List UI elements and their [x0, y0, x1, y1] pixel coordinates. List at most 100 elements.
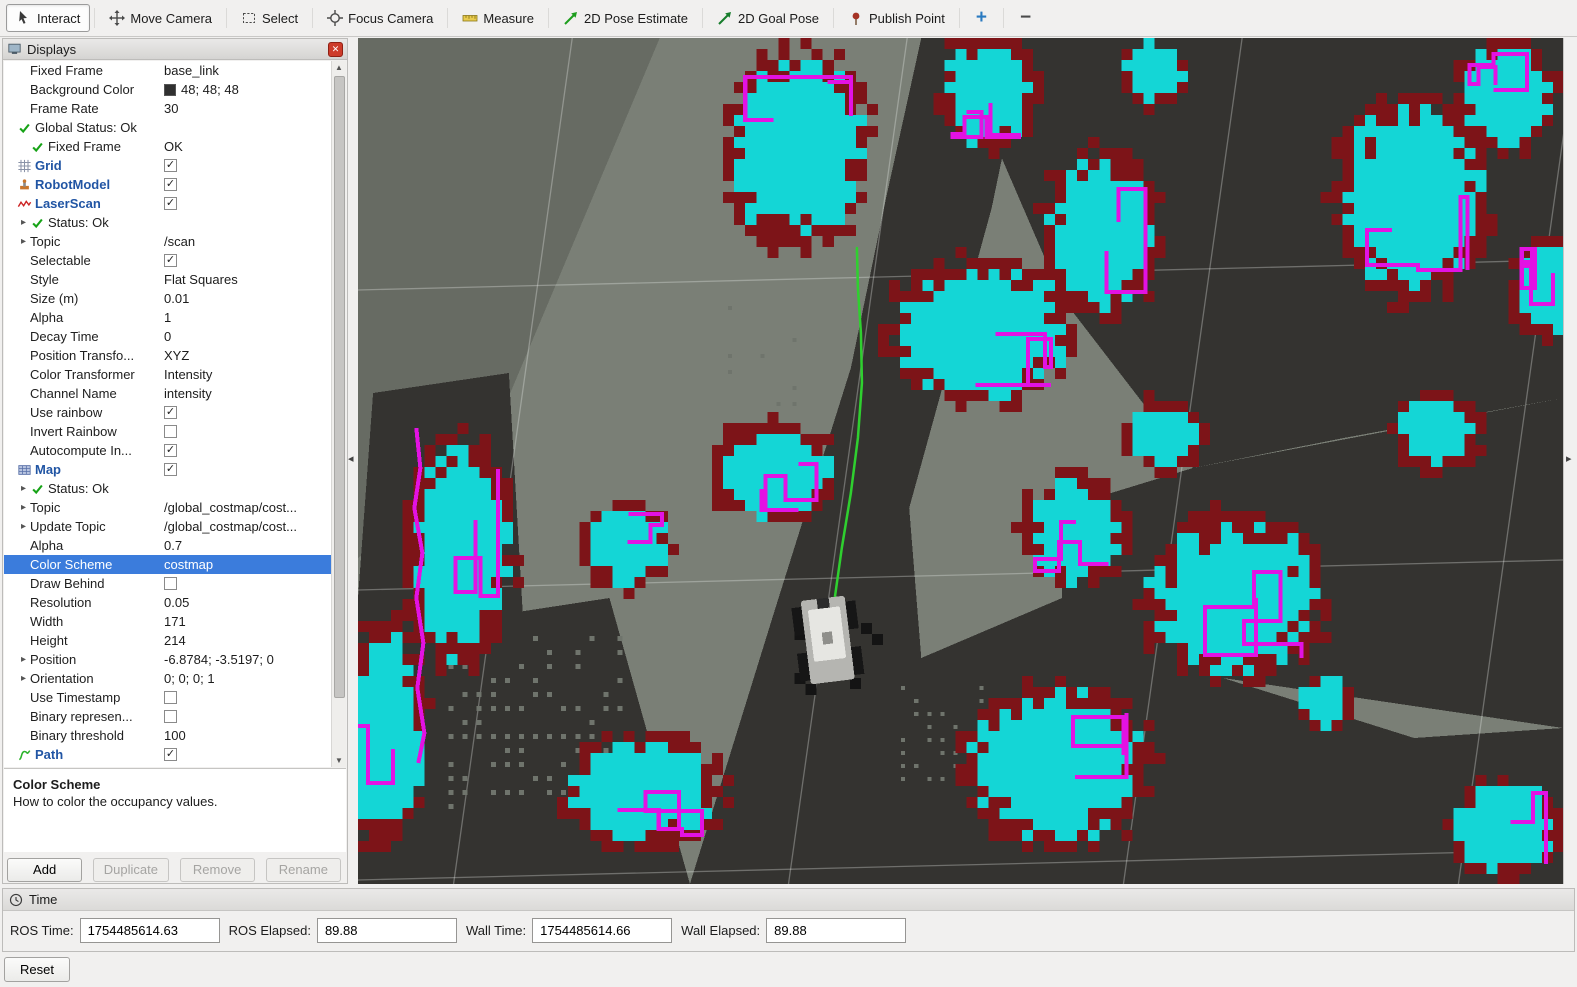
close-panel-icon[interactable]: ✕	[328, 42, 343, 57]
property-value[interactable]: intensity	[161, 386, 331, 401]
panel-splitter[interactable]: ◂	[348, 38, 358, 884]
property-row-selectable[interactable]: Selectable✓	[4, 251, 331, 270]
property-value[interactable]	[161, 710, 331, 723]
time-panel-titlebar[interactable]: Time	[3, 889, 1574, 911]
property-row-autocompute-in[interactable]: Autocompute In...✓	[4, 441, 331, 460]
property-value[interactable]: ✓	[161, 159, 331, 172]
property-row-topic[interactable]: ▸Topic/global_costmap/cost...	[4, 498, 331, 517]
property-value[interactable]: ✓	[161, 444, 331, 457]
checkbox-unchecked[interactable]	[164, 425, 177, 438]
checkbox-checked[interactable]: ✓	[164, 178, 177, 191]
property-value[interactable]: XYZ	[161, 348, 331, 363]
checkbox-checked[interactable]: ✓	[164, 463, 177, 476]
map-3d-view[interactable]	[358, 38, 1563, 884]
tool-move-camera[interactable]: Move Camera	[99, 4, 222, 32]
checkbox-unchecked[interactable]	[164, 691, 177, 704]
property-value[interactable]: ✓	[161, 463, 331, 476]
property-row-use-rainbow[interactable]: Use rainbow✓	[4, 403, 331, 422]
tool-2d-goal-pose[interactable]: 2D Goal Pose	[707, 4, 829, 32]
wall-time-input[interactable]	[532, 918, 672, 943]
tool-interact[interactable]: Interact	[6, 4, 90, 32]
scroll-up-icon[interactable]: ▲	[335, 61, 343, 74]
property-value[interactable]: 0.01	[161, 291, 331, 306]
property-row-fixed-frame[interactable]: Fixed FrameOK	[4, 137, 331, 156]
property-row-background-color[interactable]: Background Color48; 48; 48	[4, 80, 331, 99]
reset-button[interactable]: Reset	[4, 957, 70, 982]
ros-time-input[interactable]	[80, 918, 220, 943]
checkbox-checked[interactable]: ✓	[164, 197, 177, 210]
property-row-size-m[interactable]: Size (m)0.01	[4, 289, 331, 308]
property-value[interactable]	[161, 577, 331, 590]
property-row-binary-represen[interactable]: Binary represen...	[4, 707, 331, 726]
property-row-orientation[interactable]: ▸Orientation0; 0; 0; 1	[4, 669, 331, 688]
expand-arrow-icon[interactable]: ▸	[17, 521, 30, 532]
property-row-path[interactable]: Path✓	[4, 745, 331, 764]
property-row-laserscan[interactable]: LaserScan✓	[4, 194, 331, 213]
property-row-channel-name[interactable]: Channel Nameintensity	[4, 384, 331, 403]
tool-measure[interactable]: Measure	[452, 4, 544, 32]
expand-arrow-icon[interactable]: ▸	[17, 483, 30, 494]
property-value[interactable]: 214	[161, 633, 331, 648]
property-value[interactable]: ✓	[161, 254, 331, 267]
displays-panel-titlebar[interactable]: Displays ✕	[3, 39, 347, 60]
property-value[interactable]: Intensity	[161, 367, 331, 382]
property-value[interactable]: base_link	[161, 63, 331, 78]
tool-select[interactable]: Select	[231, 4, 308, 32]
checkbox-unchecked[interactable]	[164, 577, 177, 590]
checkbox-checked[interactable]: ✓	[164, 444, 177, 457]
tree-scrollbar[interactable]: ▲ ▼	[331, 61, 346, 767]
checkbox-checked[interactable]: ✓	[164, 406, 177, 419]
remove-tool-button[interactable]: −	[1008, 4, 1043, 32]
color-swatch[interactable]	[164, 84, 176, 96]
property-value[interactable]: costmap	[161, 557, 331, 572]
property-row-use-timestamp[interactable]: Use Timestamp	[4, 688, 331, 707]
property-value[interactable]	[161, 425, 331, 438]
property-row-status-ok[interactable]: ▸Status: Ok	[4, 479, 331, 498]
property-value[interactable]: 30	[161, 101, 331, 116]
checkbox-checked[interactable]: ✓	[164, 748, 177, 761]
property-value[interactable]	[161, 691, 331, 704]
property-row-color-scheme[interactable]: Color Schemecostmap	[4, 555, 331, 574]
property-row-height[interactable]: Height214	[4, 631, 331, 650]
property-row-map[interactable]: Map✓	[4, 460, 331, 479]
property-value[interactable]: -6.8784; -3.5197; 0	[161, 652, 331, 667]
checkbox-unchecked[interactable]	[164, 710, 177, 723]
property-value[interactable]: 0	[161, 329, 331, 344]
property-value[interactable]: 0; 0; 0; 1	[161, 671, 331, 686]
property-row-color-transformer[interactable]: Color TransformerIntensity	[4, 365, 331, 384]
property-row-position[interactable]: ▸Position-6.8784; -3.5197; 0	[4, 650, 331, 669]
property-row-style[interactable]: StyleFlat Squares	[4, 270, 331, 289]
property-row-width[interactable]: Width171	[4, 612, 331, 631]
checkbox-checked[interactable]: ✓	[164, 159, 177, 172]
property-row-position-transfo[interactable]: Position Transfo...XYZ	[4, 346, 331, 365]
property-row-invert-rainbow[interactable]: Invert Rainbow	[4, 422, 331, 441]
expand-arrow-icon[interactable]: ▸	[17, 217, 30, 228]
property-row-draw-behind[interactable]: Draw Behind	[4, 574, 331, 593]
property-value[interactable]: ✓	[161, 406, 331, 419]
property-value[interactable]: ✓	[161, 748, 331, 761]
property-value[interactable]: 171	[161, 614, 331, 629]
expand-arrow-icon[interactable]: ▸	[17, 502, 30, 513]
property-value[interactable]: 1	[161, 310, 331, 325]
property-row-binary-threshold[interactable]: Binary threshold100	[4, 726, 331, 745]
expand-right-panel-icon[interactable]: ▸	[1566, 452, 1572, 465]
add-tool-button[interactable]: +	[964, 4, 999, 32]
property-row-frame-rate[interactable]: Frame Rate30	[4, 99, 331, 118]
add-button[interactable]: Add	[7, 858, 82, 882]
expand-arrow-icon[interactable]: ▸	[17, 236, 30, 247]
property-value[interactable]: ✓	[161, 197, 331, 210]
property-value[interactable]: 100	[161, 728, 331, 743]
property-row-decay-time[interactable]: Decay Time0	[4, 327, 331, 346]
property-row-alpha[interactable]: Alpha1	[4, 308, 331, 327]
property-value[interactable]: OK	[161, 139, 331, 154]
property-row-update-topic[interactable]: ▸Update Topic/global_costmap/cost...	[4, 517, 331, 536]
checkbox-checked[interactable]: ✓	[164, 254, 177, 267]
property-row-status-ok[interactable]: ▸Status: Ok	[4, 213, 331, 232]
wall-elapsed-input[interactable]	[766, 918, 906, 943]
tool-focus-camera[interactable]: Focus Camera	[317, 4, 443, 32]
property-value[interactable]: ✓	[161, 178, 331, 191]
property-value[interactable]: 48; 48; 48	[161, 82, 331, 97]
property-row-robotmodel[interactable]: RobotModel✓	[4, 175, 331, 194]
property-row-topic[interactable]: ▸Topic/scan	[4, 232, 331, 251]
property-row-grid[interactable]: Grid✓	[4, 156, 331, 175]
